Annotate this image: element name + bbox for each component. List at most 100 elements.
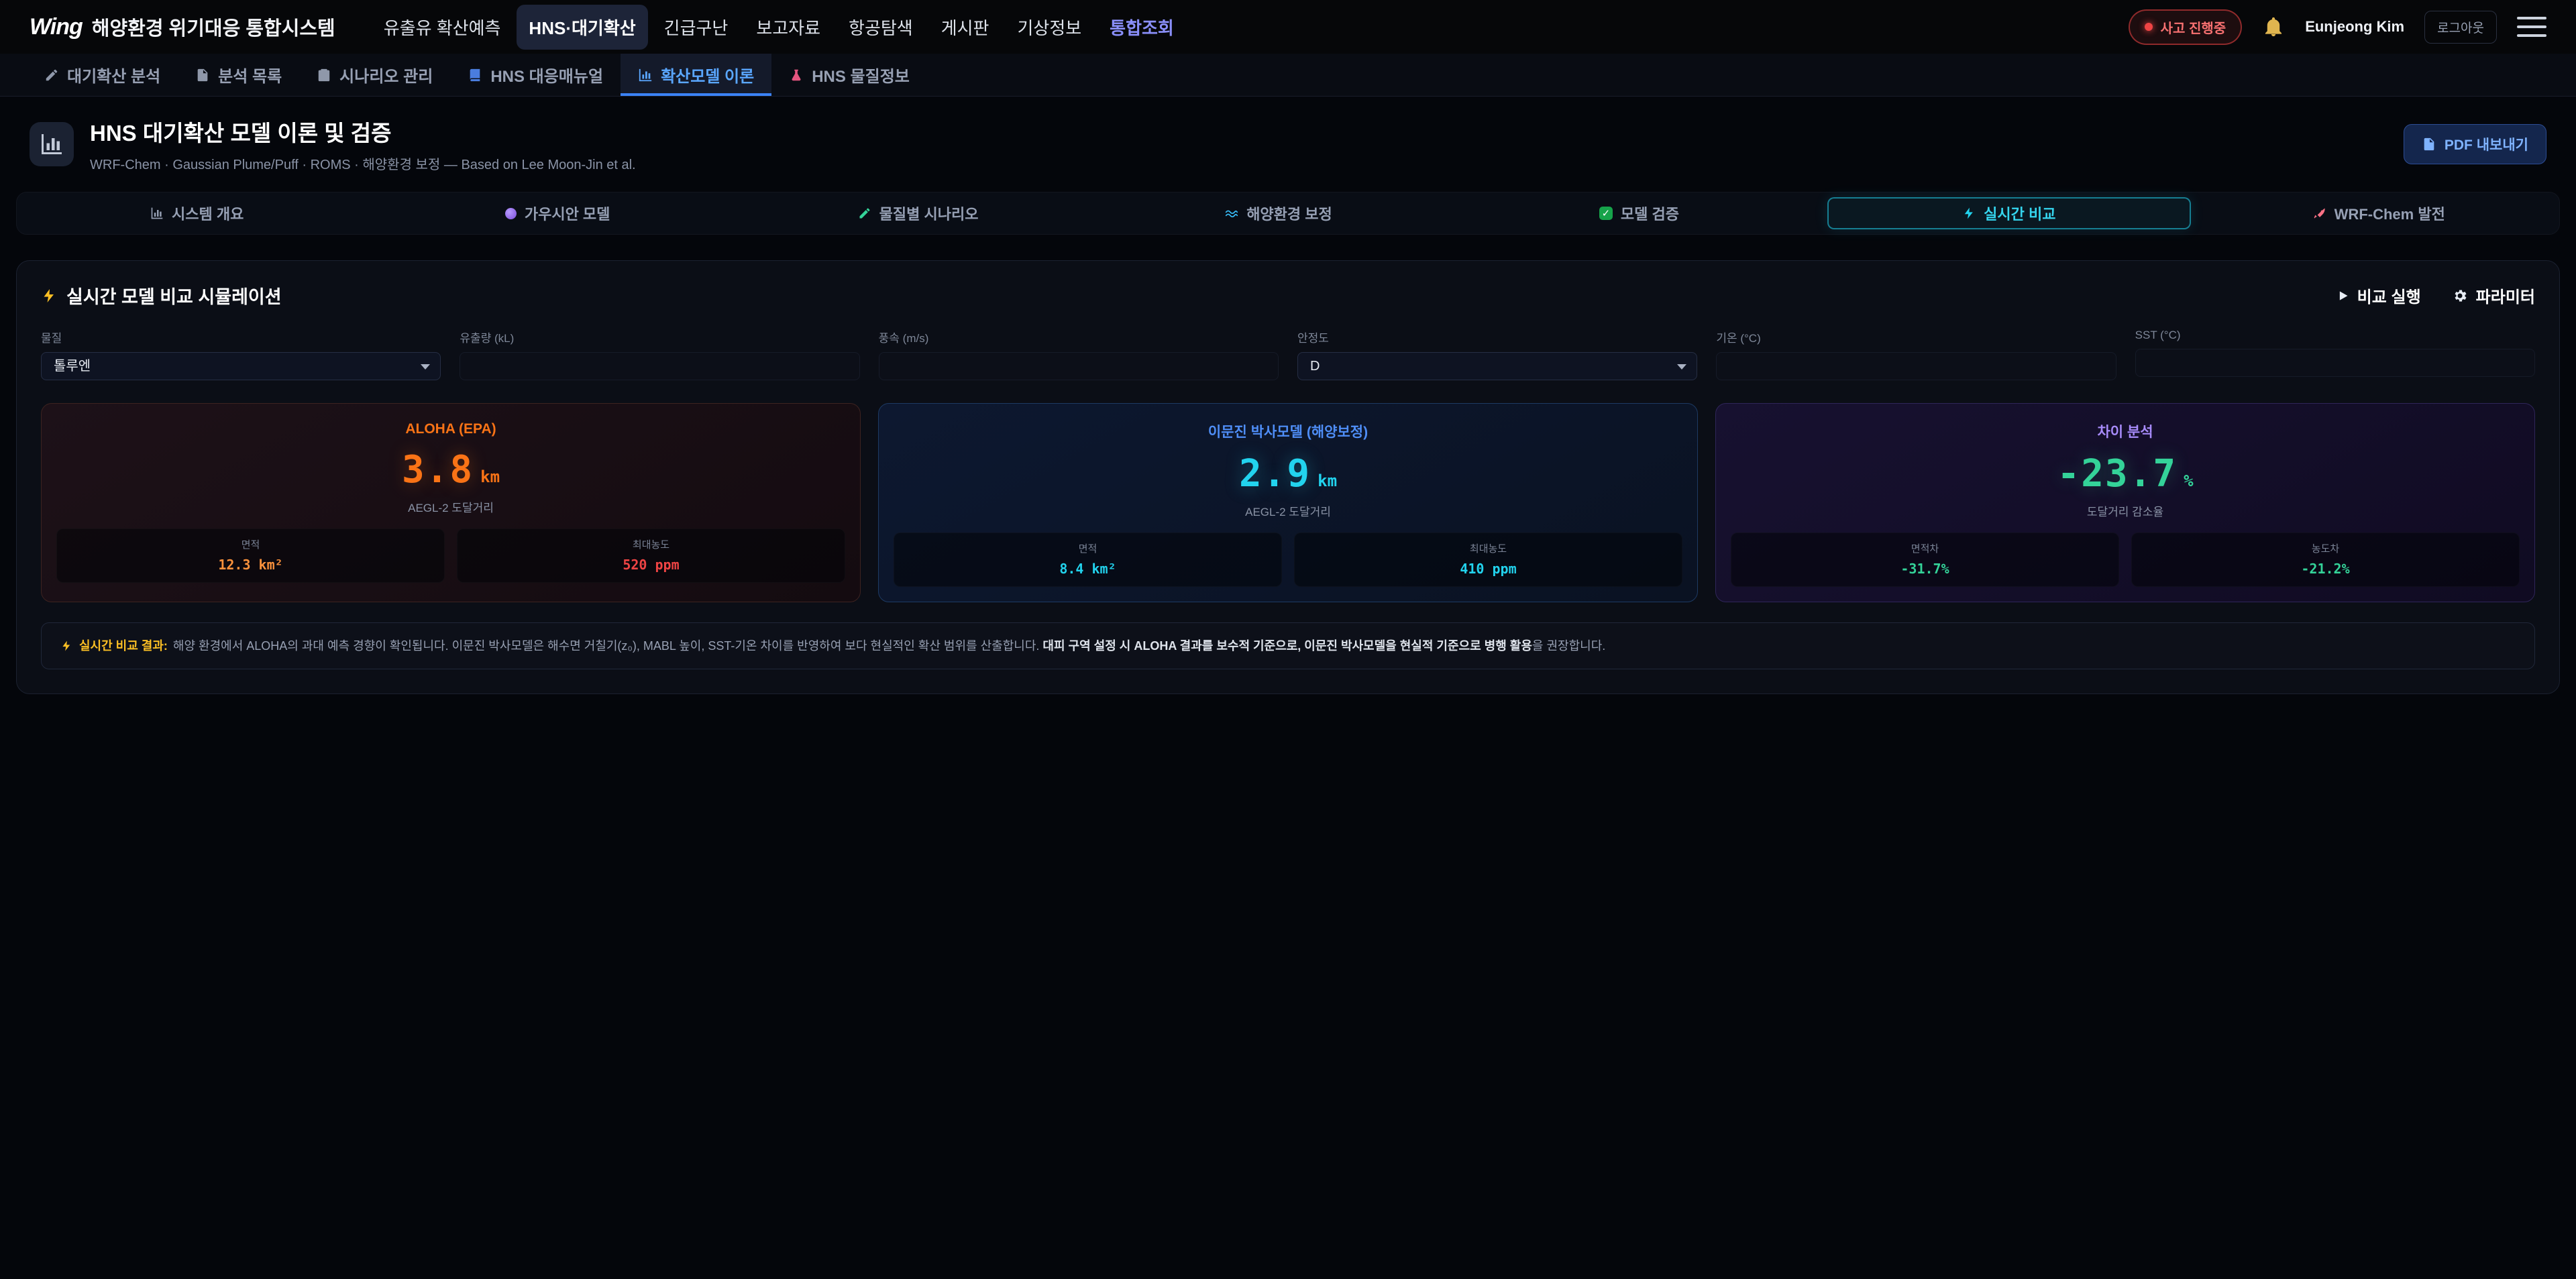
top-menu-item-board[interactable]: 게시판 [929,5,1002,50]
section-tab-wrf-chem[interactable]: WRF-Chem 발전 [2199,192,2559,234]
subnav-item-hns-response-manual[interactable]: HNS 대응매뉴얼 [450,54,621,96]
stat-label: 면적 [62,537,439,551]
top-menu-item-emergency-rescue[interactable]: 긴급구난 [652,5,741,50]
pdf-export-label: PDF 내보내기 [2445,134,2528,154]
chart-icon [40,132,64,156]
page-header: HNS 대기확산 모델 이론 및 검증 WRF-Chem · Gaussian … [0,97,2576,173]
simulation-form: 물질 톨루엔 유출량 (kL) 풍속 (m/s) 안정도 D 기온 (°C) [41,329,2535,380]
stat-label: 면적 [900,541,1276,555]
stability-field: 안정도 D [1297,329,1697,380]
stat-box-max-concentration: 최대농도 410 ppm [1294,533,1682,587]
page-subtitle: WRF-Chem · Gaussian Plume/Puff · ROMS · … [90,154,636,173]
circle-icon [505,208,517,219]
gear-icon [2452,288,2468,304]
result-stats: 면적 12.3 km² 최대농도 520 ppm [56,529,845,583]
run-comparison-button[interactable]: 비교 실행 [2336,284,2421,307]
sub-navbar: 대기확산 분석 분석 목록 시나리오 관리 HNS 대응매뉴얼 확산모델 이론 … [0,54,2576,97]
parameters-button[interactable]: 파라미터 [2452,284,2535,307]
result-card-title: 이문진 박사모델 (해양보정) [894,421,1682,441]
result-unit: km [480,467,500,486]
bell-icon[interactable] [2262,15,2285,38]
sst-label: SST (°C) [2135,329,2535,342]
result-card-aloha: ALOHA (EPA) 3.8km AEGL-2 도달거리 면적 12.3 km… [41,403,861,602]
logout-button[interactable]: 로그아웃 [2424,11,2497,44]
section-tab-system-overview[interactable]: 시스템 개요 [17,192,377,234]
top-navbar: Wing 해양환경 위기대응 통합시스템 유출유 확산예측 HNS·대기확산 긴… [0,0,2576,54]
subnav-label: 분석 목록 [218,63,282,87]
stat-value: -31.7% [1737,561,2113,577]
wind-speed-field: 풍속 (m/s) [879,329,1279,380]
result-caption: AEGL-2 도달거리 [894,502,1682,519]
play-icon [2336,289,2349,302]
subnav-label: 대기확산 분석 [67,63,160,87]
spill-volume-input[interactable] [460,352,859,380]
section-tab-marine-correction[interactable]: 해양환경 보정 [1098,192,1458,234]
substance-field: 물질 톨루엔 [41,329,441,380]
section-tab-model-validation[interactable]: ✓ 모델 검증 [1459,192,1819,234]
stat-value: 8.4 km² [900,561,1276,577]
pdf-export-button[interactable]: PDF 내보내기 [2404,124,2546,164]
top-menu-item-weather-info[interactable]: 기상정보 [1005,5,1093,50]
subnav-item-hns-substance-info[interactable]: HNS 물질정보 [771,54,927,96]
stat-label: 최대농도 [1300,541,1676,555]
subnav-label: 시나리오 관리 [339,63,433,87]
section-tab-label: 해양환경 보정 [1246,203,1332,224]
result-value-row: -23.7% [1731,452,2520,496]
note-body: 해양 환경에서 ALOHA의 과대 예측 경향이 확인됩니다. 이문진 박사모델… [173,639,1039,653]
parameters-label: 파라미터 [2476,284,2535,307]
note-title: 실시간 비교 결과: [79,639,168,653]
top-menu-item-reports[interactable]: 보고자료 [744,5,833,50]
result-unit: % [2184,471,2193,490]
stat-value: -21.2% [2137,561,2514,577]
section-tab-substance-scenarios[interactable]: 물질별 시나리오 [738,192,1098,234]
subnav-item-scenario-management[interactable]: 시나리오 관리 [299,54,450,96]
subnav-item-dispersion-analysis[interactable]: 대기확산 분석 [27,54,178,96]
substance-select[interactable]: 톨루엔 [41,352,441,380]
top-menu-item-aerial-search[interactable]: 항공탐색 [837,5,925,50]
result-stats: 면적 8.4 km² 최대농도 410 ppm [894,533,1682,587]
subnav-label: HNS 대응매뉴얼 [490,63,603,87]
result-unit: km [1318,471,1337,490]
note-emphasis: 대피 구역 설정 시 ALOHA 결과를 보수적 기준으로, 이문진 박사모델을… [1042,639,1532,653]
app-title: 해양환경 위기대응 통합시스템 [92,13,335,41]
result-card-difference-analysis: 차이 분석 -23.7% 도달거리 감소율 면적차 -31.7% 농도차 -21… [1715,403,2535,602]
document-icon [195,68,210,82]
section-tab-label: 모델 검증 [1621,203,1679,224]
topnav-right-cluster: 사고 진행중 Eunjeong Kim 로그아웃 [2129,9,2546,45]
sst-input[interactable] [2135,349,2535,377]
simulation-title-row: 실시간 모델 비교 시뮬레이션 [41,282,282,309]
air-temp-input[interactable] [1716,352,2116,380]
wind-speed-label: 풍속 (m/s) [879,329,1279,345]
stability-label: 안정도 [1297,329,1697,345]
spill-volume-label: 유출량 (kL) [460,329,859,345]
stat-box-max-concentration: 최대농도 520 ppm [457,529,845,583]
subnav-item-dispersion-model-theory[interactable]: 확산모델 이론 [621,54,771,96]
brand[interactable]: Wing 해양환경 위기대응 통합시스템 [30,13,335,41]
section-tab-label: 실시간 비교 [1984,203,2055,224]
incident-status-badge: 사고 진행중 [2129,9,2243,45]
top-menu-item-integrated-search[interactable]: 통합조회 [1097,5,1186,50]
result-card-title: 차이 분석 [1731,421,2520,441]
section-tab-realtime-comparison[interactable]: 실시간 비교 [1827,197,2190,229]
stat-value: 410 ppm [1300,561,1676,577]
realtime-comparison-panel: 실시간 모델 비교 시뮬레이션 비교 실행 파라미터 물질 톨루엔 [16,260,2560,694]
section-tab-gaussian-model[interactable]: 가우시안 모델 [377,192,737,234]
subnav-label: 확산모델 이론 [661,63,754,87]
result-value-row: 3.8 km [56,448,845,492]
result-value: 3.8 [402,448,474,492]
subnav-item-analysis-list[interactable]: 분석 목록 [178,54,299,96]
check-icon: ✓ [1599,207,1613,220]
status-dot-icon [2145,23,2153,31]
stability-select[interactable]: D [1297,352,1697,380]
top-menu-item-oil-dispersion-forecast[interactable]: 유출유 확산예측 [372,5,513,50]
top-menu-item-hns-air-dispersion[interactable]: HNS·대기확산 [517,5,647,50]
wind-speed-input[interactable] [879,352,1279,380]
result-caption: AEGL-2 도달거리 [56,498,845,515]
menu-icon[interactable] [2517,17,2546,37]
pencil-icon [858,207,871,220]
note-suffix: 을 권장합니다. [1532,639,1605,653]
stat-label: 면적차 [1737,541,2113,555]
page-header-icon-tile [30,122,74,166]
chart-icon [150,207,164,220]
page-title: HNS 대기확산 모델 이론 및 검증 [90,115,636,148]
